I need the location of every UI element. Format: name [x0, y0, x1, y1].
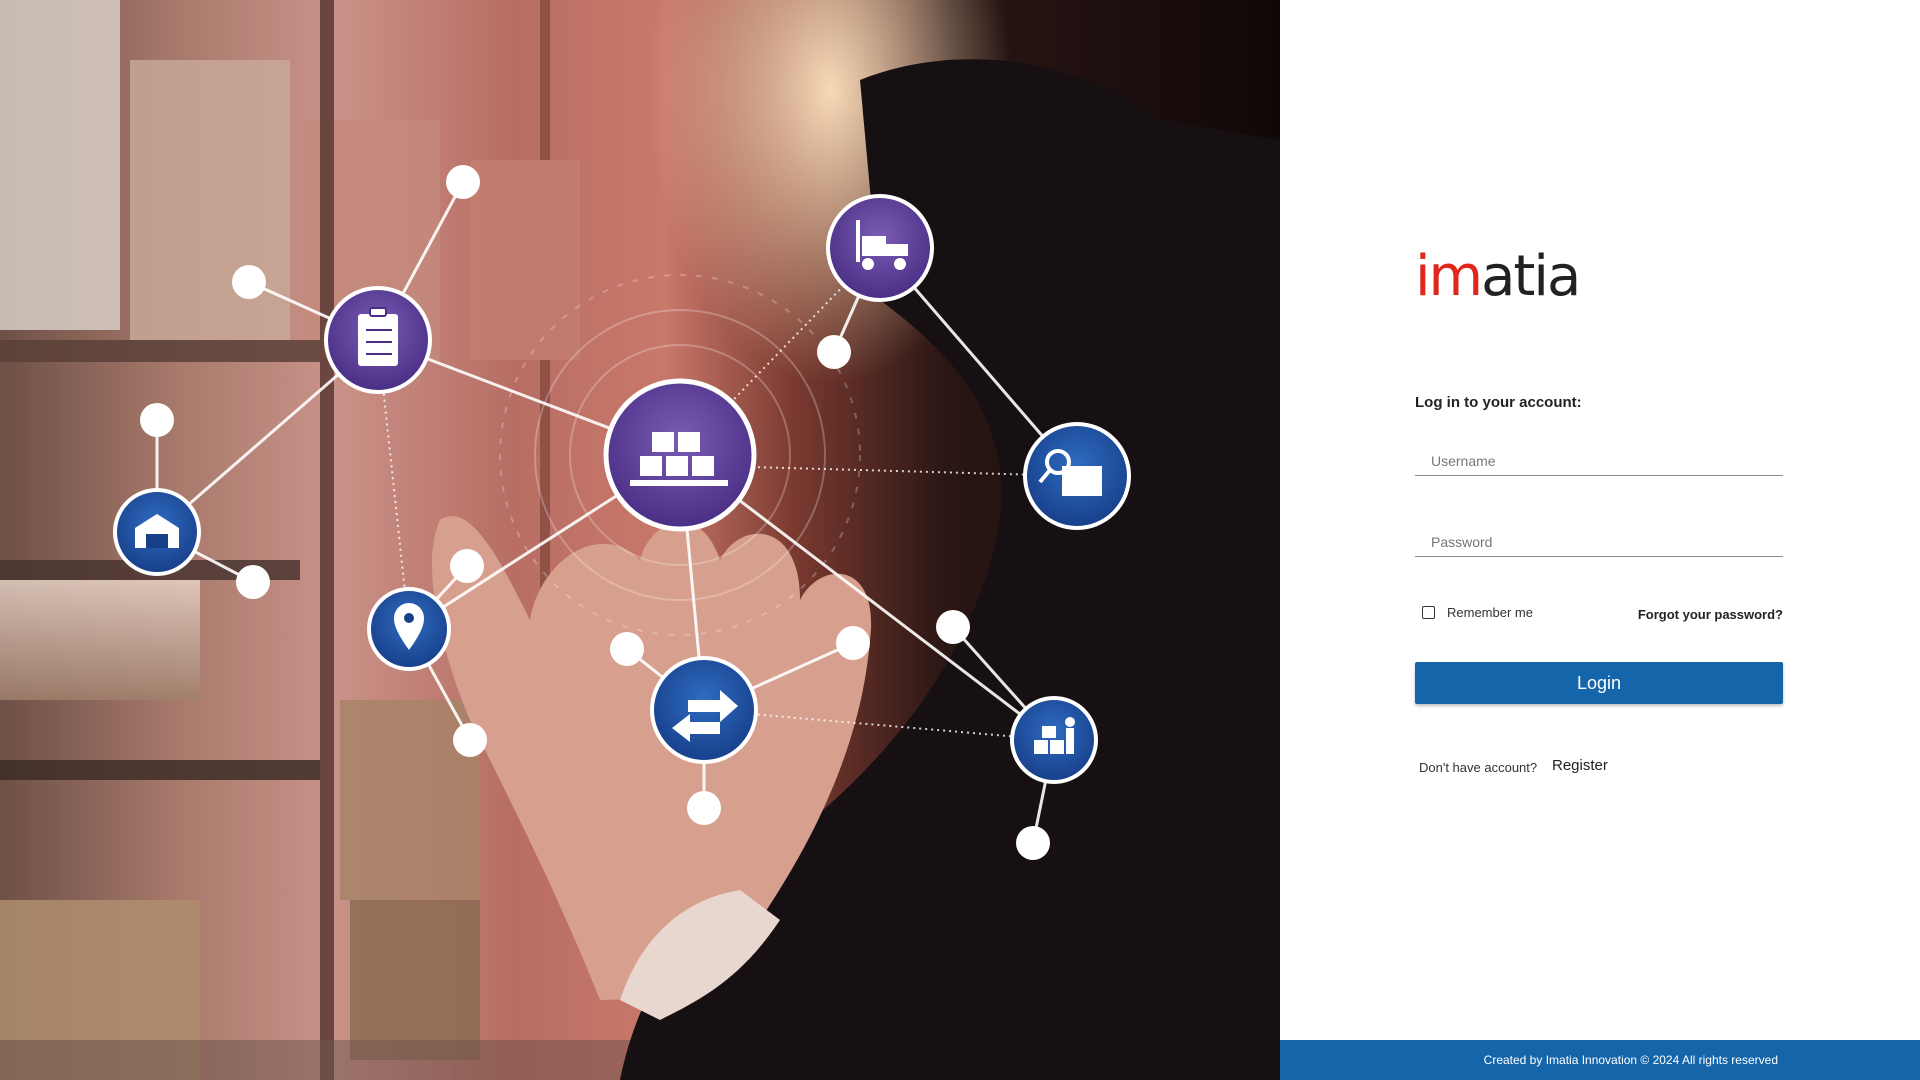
- footer-copyright: Created by Imatia Innovation © 2024 All …: [1483, 1053, 1778, 1067]
- remember-me-label: Remember me: [1447, 605, 1533, 620]
- location-pin-icon: [367, 587, 451, 671]
- imatia-logo: imatia: [1415, 244, 1581, 309]
- login-heading: Log in to your account:: [1415, 394, 1582, 411]
- username-input[interactable]: [1415, 446, 1783, 476]
- forklift-icon: [826, 194, 934, 302]
- no-account-text: Don't have account?: [1419, 760, 1538, 775]
- transfer-arrows-icon: [650, 656, 758, 764]
- logo-suffix: atia: [1481, 244, 1581, 309]
- search-folder-icon: [1023, 422, 1131, 530]
- clipboard-checklist-icon: [324, 286, 432, 394]
- remember-me-option[interactable]: Remember me: [1422, 605, 1533, 620]
- warehouse-icon: [113, 488, 201, 576]
- remember-me-checkbox[interactable]: [1422, 606, 1435, 619]
- login-button[interactable]: Login: [1415, 662, 1783, 704]
- network-illustration: [0, 0, 1280, 1080]
- register-link[interactable]: Register: [1552, 757, 1608, 774]
- hero-image: [0, 0, 1280, 1080]
- worker-boxes-icon: [1010, 696, 1098, 784]
- password-input[interactable]: [1415, 527, 1783, 557]
- logo-prefix: im: [1415, 244, 1483, 309]
- footer-bar: Created by Imatia Innovation © 2024 All …: [1280, 1040, 1920, 1080]
- forgot-password-link[interactable]: Forgot your password?: [1600, 607, 1783, 622]
- boxes-pallet-icon: [603, 378, 757, 532]
